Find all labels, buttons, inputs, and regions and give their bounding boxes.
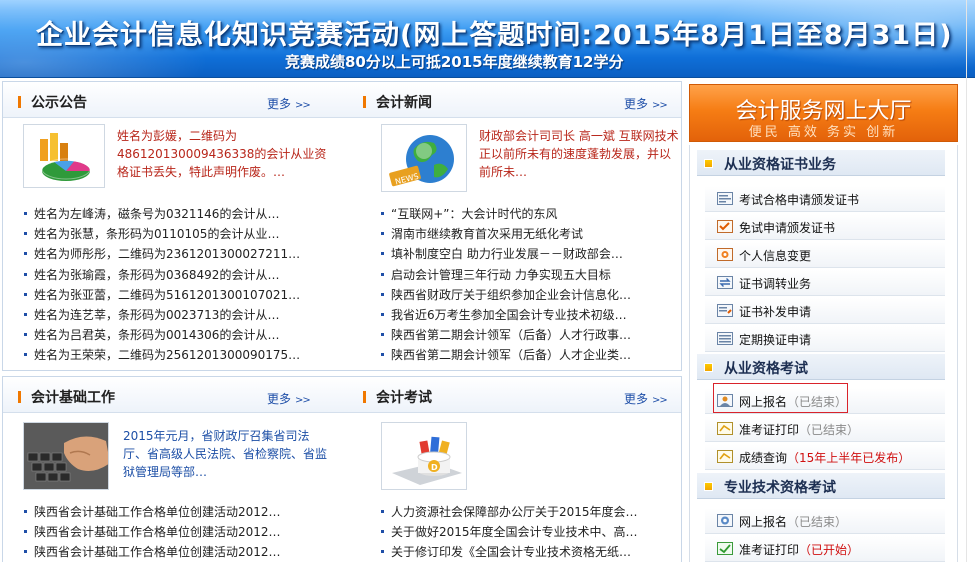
list-item[interactable]: 姓名为张慧，条形码为0110105的会计从业… (22, 224, 322, 244)
edit-icon (717, 248, 733, 261)
list-item[interactable]: 人力资源社会保障部办公厅关于2015年度会… (379, 502, 679, 522)
top-banner: 企业会计信息化知识竞赛活动(网上答题时间:2015年8月1日至8月31日) 竞赛… (0, 0, 975, 78)
service-item-pro-admission-print[interactable]: 准考证打印（已开始） (705, 536, 945, 562)
bullet-icon (704, 363, 713, 372)
list-item[interactable]: 姓名为吕君英，条形码为0014306的会计从… (22, 325, 322, 345)
list-item[interactable]: 陕西省第二期会计领军（后备）人才企业类… (379, 345, 679, 365)
list-item[interactable]: “互联网+”：大会计时代的东风 (379, 204, 679, 224)
list-item[interactable]: 陕西省财政厅关于组织参加企业会计信息化… (379, 285, 679, 305)
service-item-info-change[interactable]: 个人信息变更 (705, 242, 945, 268)
news-list: “互联网+”：大会计时代的东风 渭南市继续教育首次采用无纸化考试 填补制度空白 … (379, 204, 679, 366)
section-header-professional-exam: 专业技术资格考试 (697, 473, 945, 499)
basics-thumbnail-keyboard-icon[interactable] (23, 422, 109, 490)
section-header-certificate: 从业资格证书业务 (697, 150, 945, 176)
list-item[interactable]: 姓名为张亚蕾，二维码为5161201300107021… (22, 285, 322, 305)
print-icon (717, 422, 733, 435)
service-item-transfer[interactable]: 证书调转业务 (705, 270, 945, 296)
list-item[interactable]: 关于修订印发《全国会计专业技术资格无纸… (379, 542, 679, 562)
highlight-box (713, 383, 848, 413)
exam-section-title: 会计考试 (363, 387, 432, 407)
notice-list: 姓名为左峰涛，磁条号为0321146的会计从… 姓名为张慧，条形码为011010… (22, 204, 322, 366)
panel-header: 公示公告 更多 >> 会计新闻 更多 >> (3, 82, 681, 118)
basics-more-link[interactable]: 更多 >> (267, 390, 311, 407)
news-featured-text[interactable]: 财政部会计司司长 高一斌 互联网技术正以前所未有的速度蓬勃发展，并以前所未… (479, 127, 679, 181)
notice-more-link[interactable]: 更多 >> (267, 95, 311, 112)
list-item[interactable]: 我省近6万考生参加全国会计专业技术初级… (379, 305, 679, 325)
bullet-icon (704, 159, 713, 168)
list-item[interactable]: 姓名为王荣荣，二维码为2561201300090175… (22, 345, 322, 365)
exempt-icon (717, 220, 733, 233)
list-item[interactable]: 陕西省会计基础工作合格单位创建活动2012… (22, 542, 322, 562)
service-item-exempt-certificate[interactable]: 免试申请颁发证书 (705, 214, 945, 240)
service-item-admission-print[interactable]: 准考证打印（已结束） (705, 416, 945, 442)
news-thumbnail-globe-icon[interactable]: NEWS (381, 124, 467, 192)
list-item[interactable]: 姓名为左峰涛，磁条号为0321146的会计从… (22, 204, 322, 224)
list-item[interactable]: 姓名为张瑜霞，条形码为0368492的会计从… (22, 265, 322, 285)
basics-section-title: 会计基础工作 (18, 387, 115, 407)
bullet-icon (704, 482, 713, 491)
news-more-link[interactable]: 更多 >> (624, 95, 668, 112)
form-icon (717, 192, 733, 205)
news-section-title: 会计新闻 (363, 92, 432, 112)
service-item-reissue[interactable]: 证书补发申请 (705, 298, 945, 324)
list-item[interactable]: 启动会计管理三年行动 力争实现五大目标 (379, 265, 679, 285)
service-item-pro-online-signup[interactable]: 网上报名（已结束） (705, 508, 945, 534)
list-item[interactable]: 姓名为师彤彤，二维码为2361201300027211… (22, 244, 322, 264)
basics-featured-text[interactable]: 2015年元月，省财政厅召集省司法厅、省高级人民法院、省检察院、省监狱管理局等部… (123, 427, 328, 481)
service-item-apply-certificate[interactable]: 考试合格申请颁发证书 (705, 186, 945, 212)
notice-featured-text[interactable]: 姓名为彭媛，二维码为486120130009436338的会计从业资格证书丢失，… (117, 127, 330, 181)
service-item-score-query[interactable]: 成绩查询（15年上半年已发布） (705, 444, 945, 470)
service-hall-banner[interactable]: 会计服务网上大厅 便民 高效 务实 创新 (689, 84, 958, 142)
list-item[interactable]: 陕西省会计基础工作合格单位创建活动2012… (22, 502, 322, 522)
renew-icon (717, 332, 733, 345)
banner-subtitle[interactable]: 竞赛成绩80分以上可抵2015年度继续教育12学分 (285, 51, 624, 72)
exam-thumbnail-pencils-icon[interactable]: D (381, 422, 467, 490)
banner-title[interactable]: 企业会计信息化知识竞赛活动(网上答题时间:2015年8月1日至8月31日) (36, 13, 953, 52)
list-item[interactable]: 渭南市继续教育首次采用无纸化考试 (379, 224, 679, 244)
panel-header: 会计基础工作 更多 >> 会计考试 更多 >> (3, 377, 681, 413)
service-hall-subtitle: 便民 高效 务实 创新 (748, 125, 899, 140)
exam-list: 人力资源社会保障部办公厅关于2015年度会… 关于做好2015年度全国会计专业技… (379, 502, 679, 562)
section-header-qualification-exam: 从业资格考试 (697, 354, 945, 380)
svg-text:D: D (431, 463, 438, 472)
list-item[interactable]: 陕西省第二期会计领军（后备）人才行政事… (379, 325, 679, 345)
transfer-icon (717, 276, 733, 289)
exam-more-link[interactable]: 更多 >> (624, 390, 668, 407)
print-icon (717, 542, 733, 555)
list-item[interactable]: 陕西省会计基础工作合格单位创建活动2012… (22, 522, 322, 542)
signup-icon (717, 514, 733, 527)
basics-list: 陕西省会计基础工作合格单位创建活动2012… 陕西省会计基础工作合格单位创建活动… (22, 502, 322, 562)
list-item[interactable]: 填补制度空白 助力行业发展－－财政部会… (379, 244, 679, 264)
list-item[interactable]: 关于做好2015年度全国会计专业技术中、高… (379, 522, 679, 542)
notice-thumbnail-chart-icon[interactable] (23, 124, 105, 188)
score-icon (717, 450, 733, 463)
service-item-renew[interactable]: 定期换证申请 (705, 326, 945, 352)
list-item[interactable]: 姓名为连艺莘，条形码为0023713的会计从… (22, 305, 322, 325)
reissue-icon (717, 304, 733, 317)
notice-section-title: 公示公告 (18, 92, 87, 112)
